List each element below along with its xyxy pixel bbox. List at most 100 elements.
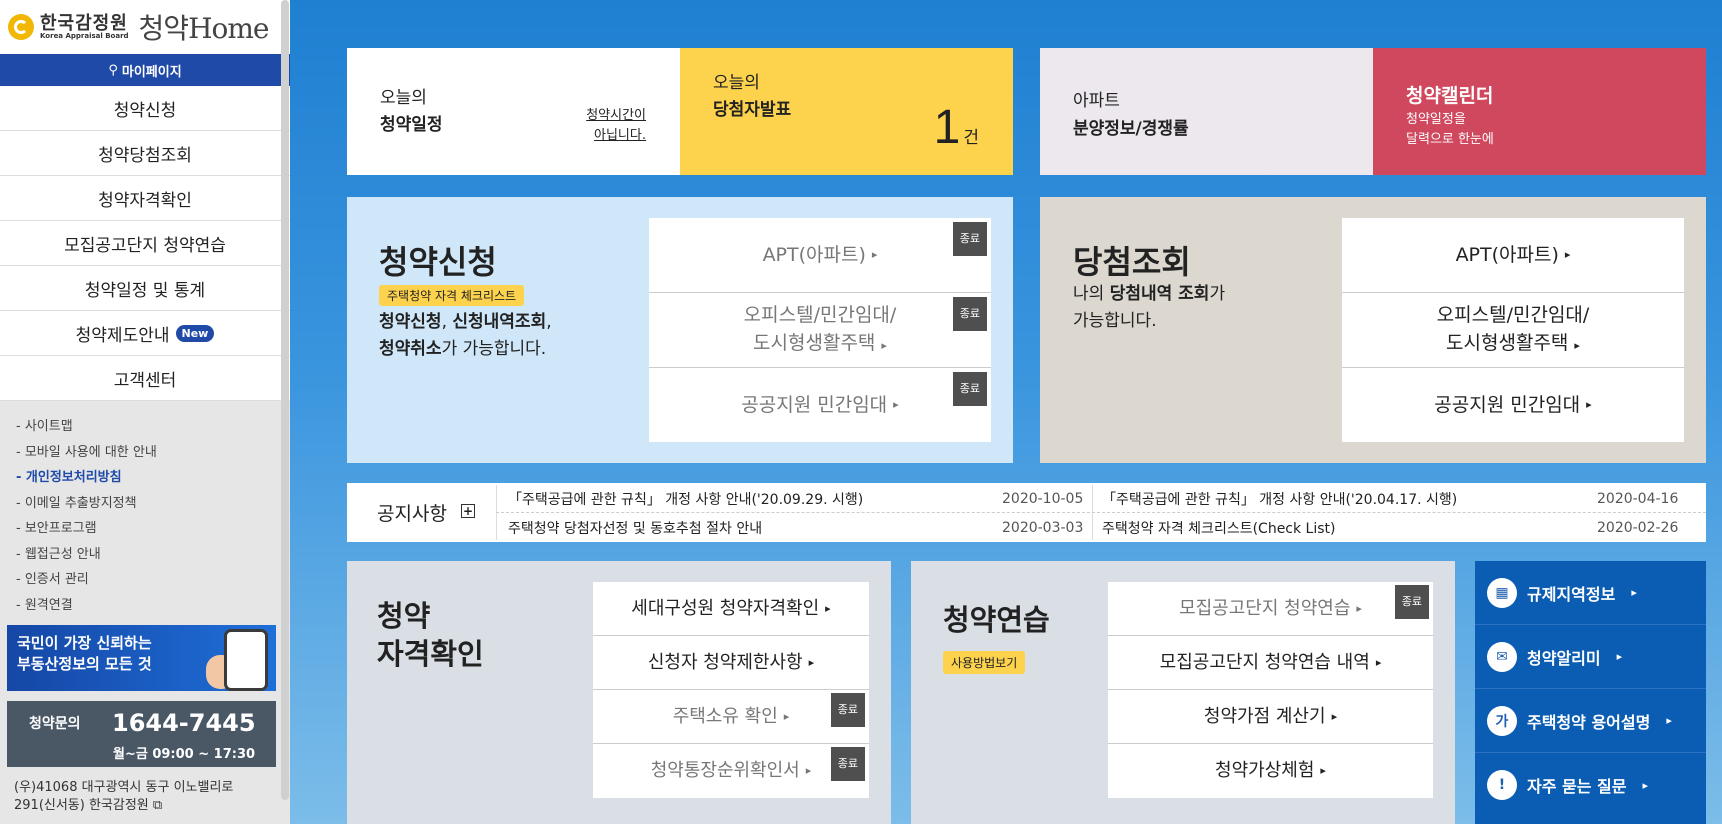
address-line2: 291(신서동) 한국감정원 ⧉ [14,797,276,815]
closed-badge: 종료 [952,222,987,256]
win-check-card: 당첨조회 나의 당첨내역 조회가 가능합니다. APT(아파트) ▸ 오피스텔/민… [1040,197,1706,463]
winners-count-value: 1 [933,101,961,154]
address-line2-text: 291(신서동) 한국감정원 [14,798,149,813]
virtual-experience-label: 청약가상체험 [1215,760,1315,781]
house-ownership-button[interactable]: 주택소유 확인 ▸ 종료 [593,690,869,744]
apply-desc-b3: 청약취소 [379,339,442,359]
logo-org: 한국감정원 Korea Appraisal Board [40,14,129,40]
calendar-card[interactable]: 청약캘린더 청약일정을 달력으로 한눈에 [1373,48,1706,175]
closed-badge: 종료 [952,297,987,331]
practice-label: 모집공고단지 청약연습 [1179,597,1351,619]
win-desc-b: 당첨내역 조회 [1109,284,1210,304]
notice-date: 2020-10-05 [1002,491,1084,507]
sidebar-item-practice[interactable]: 모집공고단지 청약연습 [0,221,290,266]
apply-public-rental-button[interactable]: 공공지원 민간임대 ▸ 종료 [649,368,991,442]
apply-desc-line2: 청약취소가 가능합니다. [379,336,552,363]
link-security-program[interactable]: - 보안프로그램 [16,517,274,543]
account-rank-button[interactable]: 청약통장순위확인서 ▸ 종료 [593,744,869,798]
apply-apt-label: APT(아파트) [762,244,866,266]
apply-card: 청약신청 주택청약 자격 체크리스트 청약신청, 신청내역조회, 청약취소가 가… [347,197,1013,463]
promo-banner[interactable]: 국민이 가장 신뢰하는 부동산정보의 모든 것 [7,625,276,691]
arrow-right-icon: ▸ [1616,650,1623,663]
win-apt-button[interactable]: APT(아파트) ▸ [1342,218,1684,293]
applicant-restriction-button[interactable]: 신청자 청약제한사항 ▸ [593,636,869,690]
sidebar-item-qualification[interactable]: 청약자격확인 [0,176,290,221]
glossary-link[interactable]: 가 주택청약 용어설명 ▸ [1475,689,1706,753]
link-accessibility[interactable]: - 웹접근성 안내 [16,543,274,569]
sidebar-item-apply[interactable]: 청약신청 [0,86,290,131]
winners-title: 당첨자발표 [713,100,792,120]
applicant-restriction-label: 신청자 청약제한사항 [647,651,803,673]
arrow-right-icon: ▸ [1356,601,1362,615]
closed-badge: 종료 [830,747,865,781]
winners-count: 1건 [934,100,979,155]
score-calculator-label: 청약가점 계산기 [1203,705,1326,727]
link-certificate[interactable]: - 인증서 관리 [16,568,274,594]
closed-badge: 종료 [1394,585,1429,619]
notice-date: 2020-03-03 [1002,520,1084,536]
mypage-button[interactable]: ⚲ 마이페이지 [0,54,290,86]
today-schedule-card[interactable]: 오늘의 청약일정 청약시간이 아닙니다. [347,48,680,175]
win-public-rental-label: 공공지원 민간임대 [1434,394,1581,416]
calendar-title: 청약캘린더 [1406,85,1494,107]
how-to-use-badge[interactable]: 사용방법보기 [943,651,1026,674]
virtual-experience-button[interactable]: 청약가상체험 ▸ [1108,744,1433,798]
apt-info-card[interactable]: 아파트 분양정보/경쟁률 [1040,48,1373,175]
link-email-policy[interactable]: - 이메일 추출방지정책 [16,492,274,518]
mail-icon: ✉ [1487,641,1517,672]
regulated-area-link[interactable]: ▦ 규제지역정보 ▸ [1475,561,1706,625]
notice-item[interactable]: 주택청약 자격 체크리스트(Check List) [1102,518,1336,538]
sidebar-item-schedule-stats[interactable]: 청약일정 및 통계 [0,266,290,311]
link-privacy[interactable]: - 개인정보처리방침 [16,466,274,492]
logo[interactable]: 한국감정원 Korea Appraisal Board 청약Home [0,0,290,54]
address-line1: (우)41068 대구광역시 동구 이노밸리로 [14,780,234,795]
sidebar: 한국감정원 Korea Appraisal Board 청약Home ⚲ 마이페이… [0,0,290,824]
practice-history-button[interactable]: 모집공고단지 청약연습 내역 ▸ [1108,636,1433,690]
ga-icon: 가 [1487,705,1517,736]
arrow-right-icon: ▸ [808,655,815,669]
alert-link[interactable]: ✉ 청약알리미 ▸ [1475,625,1706,689]
practice-button[interactable]: 모집공고단지 청약연습 ▸ 종료 [1108,582,1433,636]
arrow-right-icon: ▸ [1666,714,1672,727]
link-mobile-guide[interactable]: - 모바일 사용에 대한 안내 [16,441,274,467]
sidebar-item-system-guide[interactable]: 청약제도안내 New [0,311,290,356]
sidebar-item-customer-center[interactable]: 고객센터 [0,356,290,401]
contact-phone: 1644-7445 [112,709,256,737]
checklist-badge[interactable]: 주택청약 자격 체크리스트 [379,285,525,306]
external-link-icon[interactable]: ⧉ [153,798,162,813]
notice-title[interactable]: 공지사항 [377,499,447,526]
arrow-right-icon: ▸ [881,338,887,352]
score-calculator-button[interactable]: 청약가점 계산기 ▸ [1108,690,1433,744]
link-sitemap[interactable]: - 사이트맵 [16,415,274,441]
arrow-right-icon: ▸ [805,764,812,777]
notice-separator [496,512,1706,513]
closed-badge: 종료 [952,372,987,406]
notice-item[interactable]: 주택청약 당첨자선정 및 동호추첨 절차 안내 [508,518,762,538]
win-desc-line1: 나의 당첨내역 조회가 [1073,281,1225,308]
apply-officetel-button[interactable]: 오피스텔/민간임대/ 도시형생활주택 ▸ 종료 [649,293,991,368]
quick-links: ▦ 규제지역정보 ▸ ✉ 청약알리미 ▸ 가 주택청약 용어설명 ▸ ! 자주 묻는 질문 ▸ [1475,561,1706,824]
apply-apt-button[interactable]: APT(아파트) ▸ 종료 [649,218,991,293]
sidebar-item-label: 청약제도안내 [75,325,170,346]
arrow-right-icon: ▸ [1331,709,1338,723]
win-officetel-button[interactable]: 오피스텔/민간임대/ 도시형생활주택 ▸ [1342,293,1684,368]
link-remote[interactable]: - 원격연결 [16,594,274,620]
apply-officetel-label1: 오피스텔/민간임대/ [743,303,897,326]
today-label: 오늘의 [380,88,427,108]
win-public-rental-button[interactable]: 공공지원 민간임대 ▸ [1342,368,1684,442]
win-button-list: APT(아파트) ▸ 오피스텔/민간임대/ 도시형생활주택 ▸ 공공지원 민간임대 ▸ [1342,218,1684,442]
notice-item[interactable]: 「주택공급에 관한 규칙」 개정 사항 안내('20.09.29. 시행) [508,489,863,509]
household-qualification-button[interactable]: 세대구성원 청약자격확인 ▸ [593,582,869,636]
faq-link[interactable]: ! 자주 묻는 질문 ▸ [1475,753,1706,817]
sidebar-item-win-check[interactable]: 청약당첨조회 [0,131,290,176]
apt-title: 분양정보/경쟁률 [1073,119,1189,139]
notice-item[interactable]: 「주택공급에 관한 규칙」 개정 사항 안내('20.04.17. 시행) [1102,489,1457,509]
mypage-label: 마이페이지 [121,64,182,80]
notice-date: 2020-02-26 [1597,520,1679,536]
today-winners-card[interactable]: 오늘의 당첨자발표 1건 [680,48,1013,175]
apply-desc-tail: 가 가능합니다. [441,339,547,359]
apply-officetel-label2: 도시형생활주택 [753,331,876,354]
sidebar-scrollbar[interactable] [281,0,289,800]
notice-more-button[interactable]: + [461,504,475,518]
practice-history-label: 모집공고단지 청약연습 내역 [1159,651,1370,673]
